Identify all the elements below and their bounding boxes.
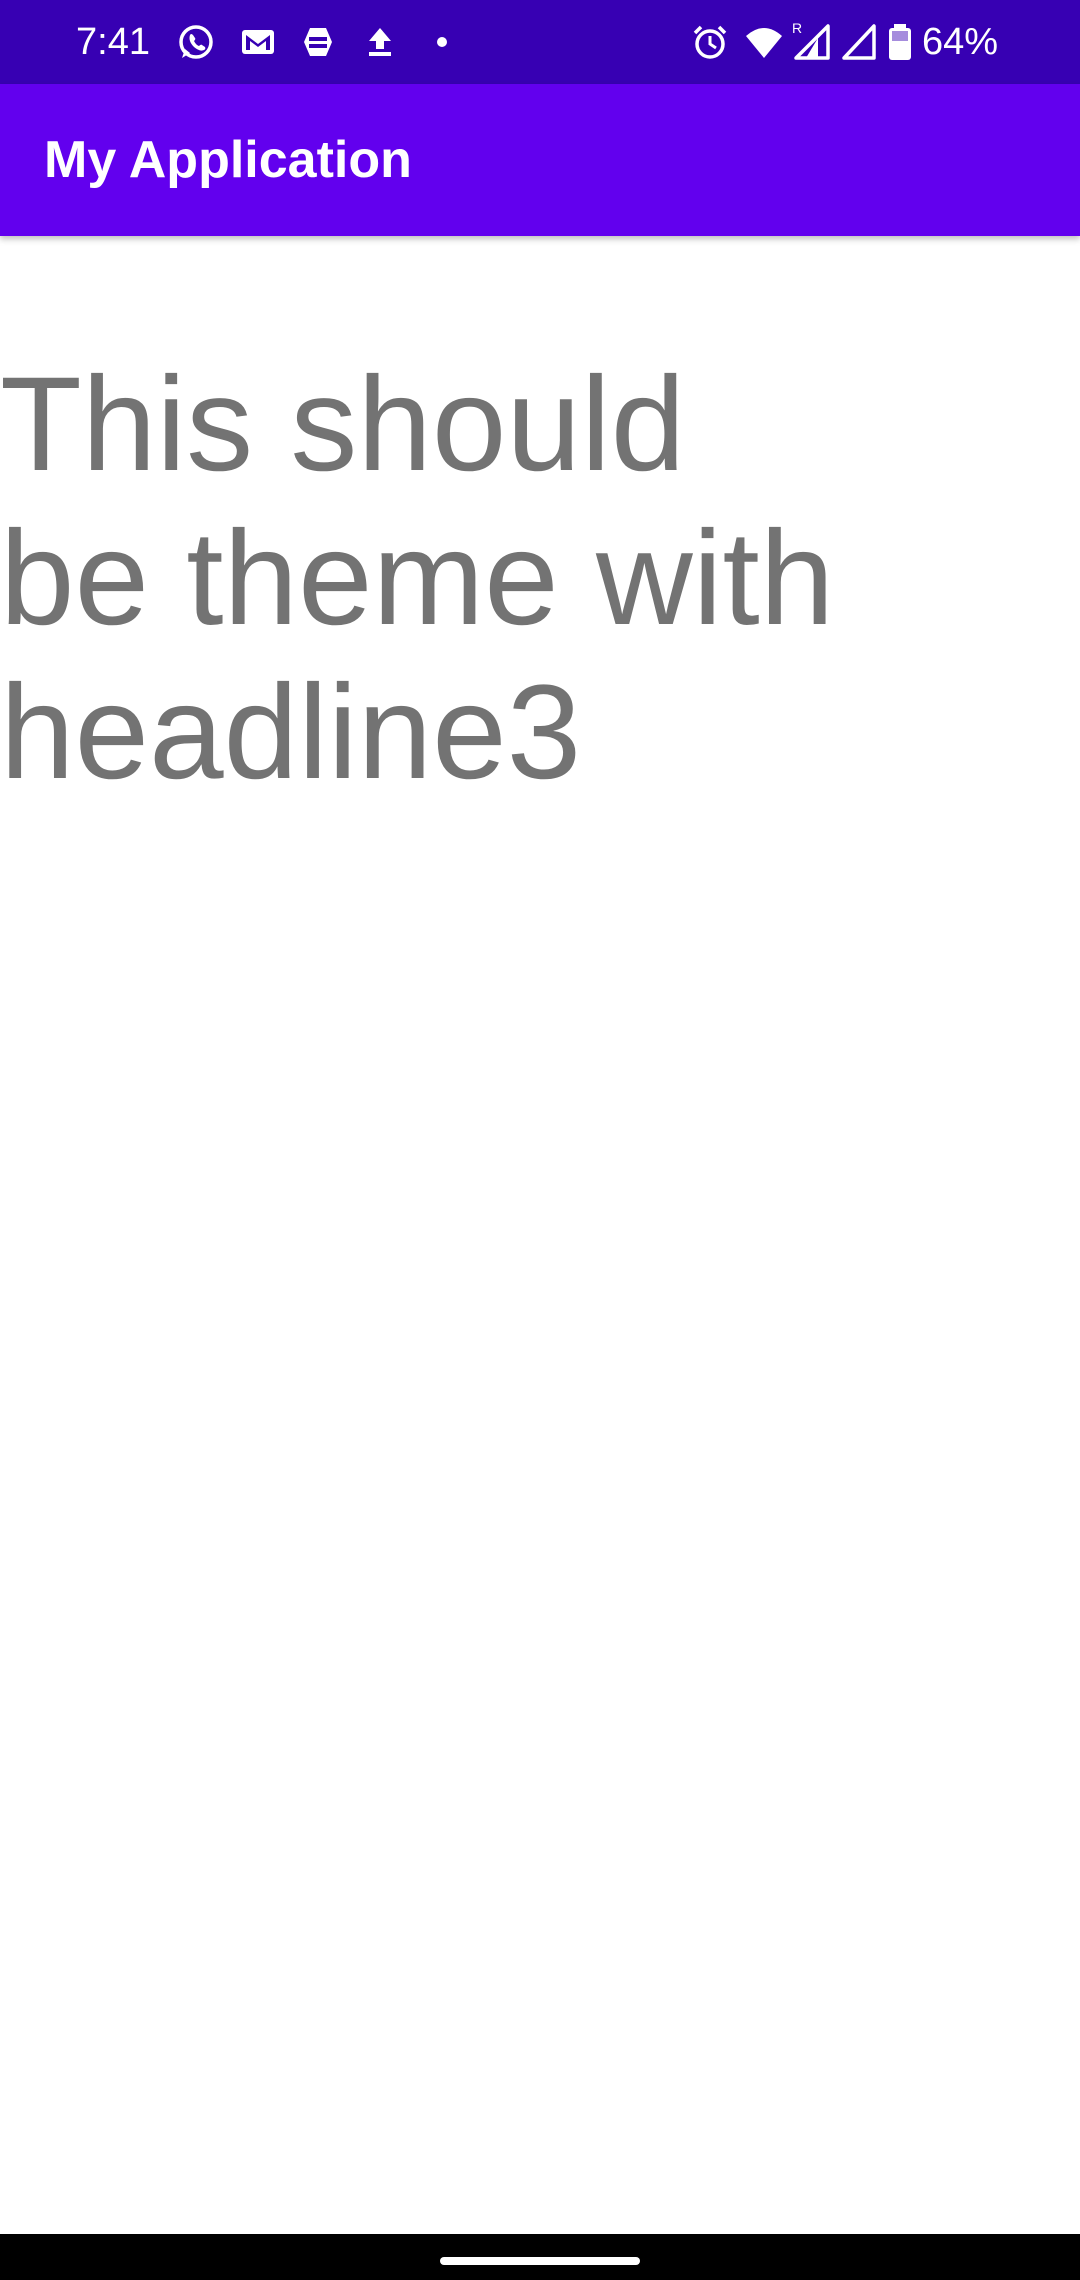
- headline3-text: This should be theme with headline3: [0, 348, 880, 810]
- battery-percentage: 64%: [922, 21, 999, 63]
- wifi-icon: [744, 22, 784, 62]
- headline-line-1: This should: [0, 350, 686, 499]
- battery-icon: [886, 22, 914, 62]
- gmail-icon: [238, 22, 278, 62]
- headline-line-2: be theme with: [0, 504, 835, 653]
- signal-roaming-icon: R: [792, 22, 836, 62]
- screen: 7:41 R 64% My Application This should be…: [0, 0, 1080, 2280]
- navigation-bar: [0, 2234, 1080, 2280]
- svg-text:R: R: [792, 22, 802, 36]
- app-title: My Application: [44, 131, 412, 189]
- whatsapp-icon: [176, 22, 216, 62]
- app-bar: My Application: [0, 84, 1080, 236]
- notification-app-icon: [298, 22, 338, 62]
- upload-icon: [360, 22, 400, 62]
- status-time: 7:41: [76, 21, 150, 63]
- headline-line-3: headline3: [0, 658, 582, 807]
- home-gesture-handle[interactable]: [440, 2257, 640, 2265]
- more-notifications-dot-icon: [422, 22, 462, 62]
- status-bar: 7:41 R 64%: [0, 0, 1080, 84]
- signal-icon: [840, 22, 880, 62]
- alarm-icon: [690, 22, 730, 62]
